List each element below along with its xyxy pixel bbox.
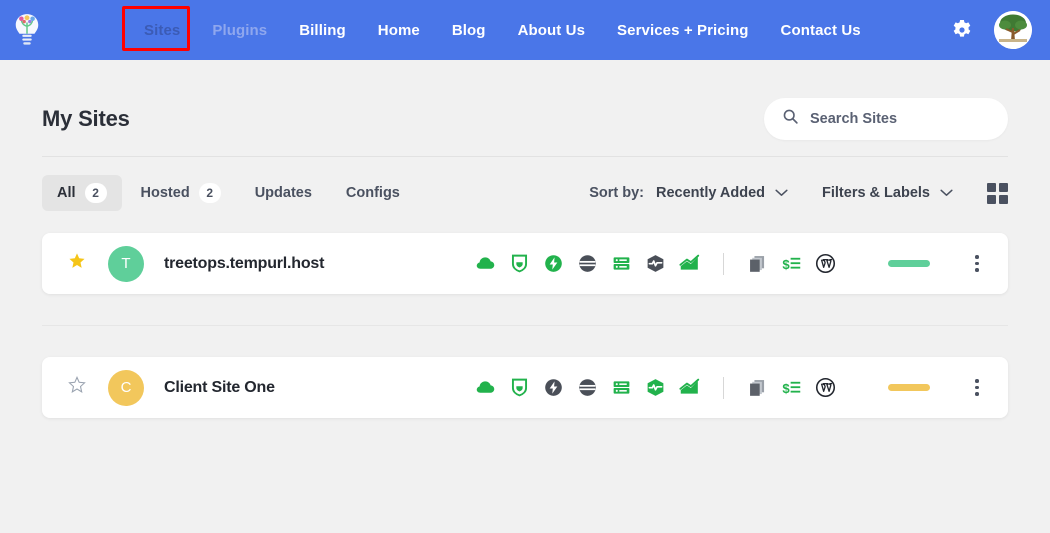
search-input[interactable] [810,111,990,127]
nav-link-contact-us[interactable]: Contact Us [765,14,877,47]
tab-all[interactable]: All 2 [42,175,122,211]
star-outline-icon[interactable] [68,376,86,399]
kebab-menu-icon[interactable] [968,253,986,275]
site-avatar: C [108,370,144,406]
toolbar-right: Sort by: Recently Added Filters & Labels [589,183,1008,204]
analytics-icon[interactable] [679,253,700,274]
chevron-down-icon [775,185,788,201]
kebab-dot [975,386,979,390]
grid-view-icon[interactable] [987,183,1008,204]
grid-cell [987,195,996,204]
star-filled-icon[interactable] [68,252,86,275]
main-nav-links: Sites Plugins Billing Home Blog About Us… [128,14,877,47]
site-avatar-letter: C [121,379,132,396]
table-row[interactable]: T treetops.tempurl.host [42,233,1008,294]
bolt-circle-icon[interactable] [543,253,564,274]
wordpress-icon[interactable] [815,377,836,398]
tab-all-count: 2 [85,183,107,203]
icon-group-separator [723,253,724,275]
site-avatar-letter: T [121,255,130,272]
site-name-link[interactable]: Client Site One [164,379,275,397]
grid-cell [999,183,1008,192]
filter-tabs: All 2 Hosted 2 Updates Configs [42,175,415,211]
tab-all-label: All [57,185,76,201]
tab-hosted-label: Hosted [141,185,190,201]
gear-icon[interactable] [950,18,974,42]
billing-list-icon[interactable]: $ [781,377,802,398]
avatar[interactable] [994,11,1032,49]
kebab-dot [975,392,979,396]
nav-link-about-us[interactable]: About Us [502,14,601,47]
analytics-icon[interactable] [679,377,700,398]
tab-updates-label: Updates [255,185,312,201]
icon-group-separator [723,377,724,399]
nav-link-home[interactable]: Home [362,14,436,47]
page-container: My Sites All 2 Hosted 2 Updates [0,60,1050,418]
database-icon[interactable] [611,377,632,398]
table-row[interactable]: C Client Site One [42,357,1008,418]
search-sites-box[interactable] [764,98,1008,140]
bolt-circle-icon[interactable] [543,377,564,398]
status-badge[interactable] [888,260,930,267]
list-toolbar: All 2 Hosted 2 Updates Configs Sort by: … [42,157,1008,229]
kebab-dot [975,379,979,383]
copy-pages-icon[interactable] [747,377,768,398]
kebab-dot [975,262,979,266]
nav-link-billing[interactable]: Billing [283,14,362,47]
top-navigation-bar: Sites Plugins Billing Home Blog About Us… [0,0,1050,60]
kebab-menu-icon[interactable] [968,377,986,399]
grid-cell [987,183,996,192]
database-icon[interactable] [611,253,632,274]
shield-icon[interactable] [509,253,530,274]
chevron-down-icon [940,185,953,201]
lightbulb-flowers-logo[interactable] [8,8,46,52]
nav-link-services-pricing[interactable]: Services + Pricing [601,14,764,47]
site-name-link[interactable]: treetops.tempurl.host [164,255,324,273]
nav-link-plugins[interactable]: Plugins [196,14,283,47]
page-header: My Sites [42,60,1008,156]
nav-right-actions [950,11,1038,49]
cdn-circle-icon[interactable] [577,253,598,274]
grid-cell [999,195,1008,204]
filters-labels-dropdown[interactable]: Filters & Labels [822,185,953,201]
shield-icon[interactable] [509,377,530,398]
site-service-icons: $ [475,377,840,399]
cloud-icon[interactable] [475,253,496,274]
site-avatar: T [108,246,144,282]
kebab-dot [975,268,979,272]
tab-updates[interactable]: Updates [240,177,327,209]
row-separator [42,325,1008,326]
sort-by-value: Recently Added [656,185,765,201]
uptime-pulse-icon[interactable] [645,253,666,274]
tab-configs-label: Configs [346,185,400,201]
wordpress-icon[interactable] [815,253,836,274]
svg-text:$: $ [782,381,790,396]
sort-by-label: Sort by: [589,185,644,201]
cloud-icon[interactable] [475,377,496,398]
tab-configs[interactable]: Configs [331,177,415,209]
page-title: My Sites [42,106,130,132]
tab-hosted-count: 2 [199,183,221,203]
sort-by-dropdown[interactable]: Recently Added [656,185,788,201]
tab-hosted[interactable]: Hosted 2 [126,175,236,211]
cdn-circle-icon[interactable] [577,377,598,398]
svg-text:$: $ [782,257,790,272]
search-icon [782,108,799,130]
filters-labels-value: Filters & Labels [822,185,930,201]
nav-link-blog[interactable]: Blog [436,14,502,47]
sites-list: T treetops.tempurl.host [42,233,1008,418]
billing-list-icon[interactable]: $ [781,253,802,274]
site-service-icons: $ [475,253,840,275]
copy-pages-icon[interactable] [747,253,768,274]
nav-link-sites[interactable]: Sites [128,14,196,47]
uptime-pulse-icon[interactable] [645,377,666,398]
status-badge[interactable] [888,384,930,391]
kebab-dot [975,255,979,259]
